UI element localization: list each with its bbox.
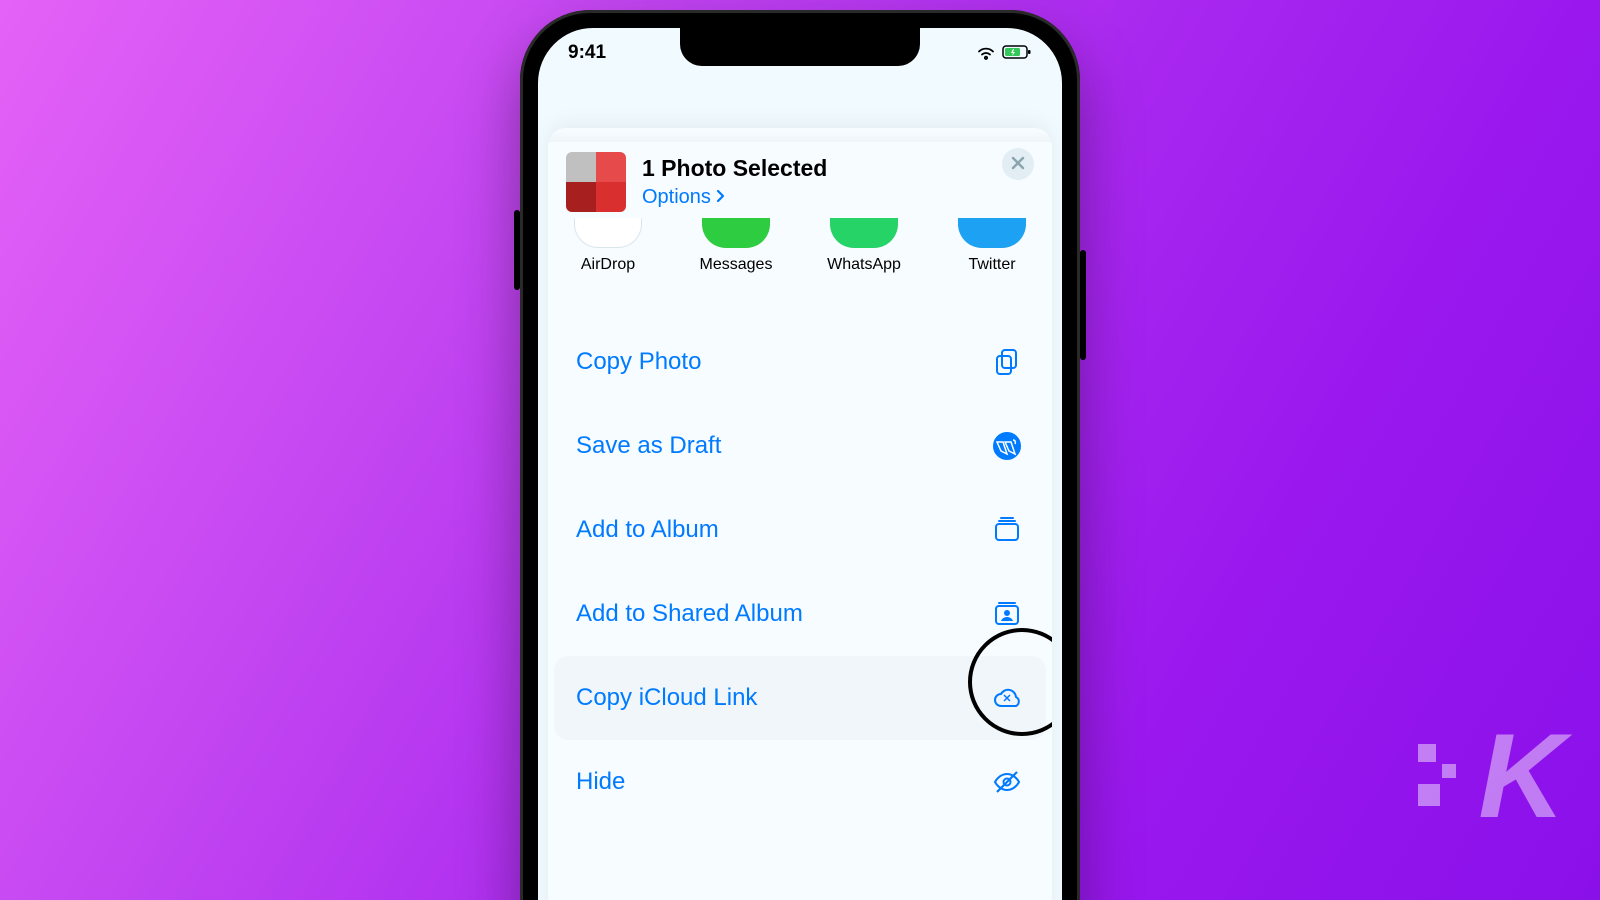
share-title: 1 Photo Selected: [642, 155, 1034, 182]
eye-slash-icon: [990, 765, 1024, 799]
messages-icon: [702, 218, 770, 248]
photo-thumbnail[interactable]: [566, 152, 626, 212]
phone-frame: 9:41 1 Photo Selected: [520, 10, 1080, 900]
copy-icon: [990, 345, 1024, 379]
status-time: 9:41: [568, 42, 606, 64]
share-app-twitter[interactable]: Twitter: [946, 218, 1038, 274]
action-label: Copy Photo: [576, 348, 701, 376]
phone-screen: 9:41 1 Photo Selected: [538, 28, 1062, 900]
close-button[interactable]: [1002, 148, 1034, 180]
share-app-airdrop[interactable]: AirDrop: [562, 218, 654, 274]
cloud-link-icon: [990, 681, 1024, 715]
sheet-grabber-area: [548, 128, 1052, 142]
action-label: Add to Album: [576, 516, 719, 544]
options-label: Options: [642, 186, 711, 209]
airdrop-icon: [574, 218, 642, 248]
action-label: Save as Draft: [576, 432, 721, 460]
watermark-letter: K: [1478, 707, 1560, 845]
share-app-messages[interactable]: Messages: [690, 218, 782, 274]
status-right: [976, 45, 1032, 61]
wifi-icon: [976, 45, 996, 61]
action-hide[interactable]: Hide: [548, 740, 1052, 824]
options-link[interactable]: Options: [642, 186, 1034, 209]
app-label: Twitter: [946, 256, 1038, 274]
share-actions: Copy Photo Save as Draft Add to Album: [548, 320, 1052, 824]
share-apps-row[interactable]: AirDrop Messages WhatsApp Twitter: [548, 214, 1052, 274]
action-copy-photo[interactable]: Copy Photo: [548, 320, 1052, 404]
shared-album-icon: [990, 597, 1024, 631]
app-label: WhatsApp: [818, 256, 910, 274]
share-sheet: 1 Photo Selected Options: [548, 128, 1052, 900]
twitter-icon: [958, 218, 1026, 248]
action-add-shared-album[interactable]: Add to Shared Album: [548, 572, 1052, 656]
action-save-draft[interactable]: Save as Draft: [548, 404, 1052, 488]
close-icon: [1011, 154, 1025, 175]
watermark-logo: K: [1418, 707, 1560, 845]
app-label: Messages: [690, 256, 782, 274]
action-copy-icloud-link[interactable]: Copy iCloud Link: [554, 656, 1046, 740]
action-label: Copy iCloud Link: [576, 684, 757, 712]
action-add-album[interactable]: Add to Album: [548, 488, 1052, 572]
album-icon: [990, 513, 1024, 547]
app-label: AirDrop: [562, 256, 654, 274]
phone-notch: [680, 28, 920, 66]
stage: 9:41 1 Photo Selected: [0, 0, 1600, 900]
share-app-whatsapp[interactable]: WhatsApp: [818, 218, 910, 274]
action-label: Add to Shared Album: [576, 600, 803, 628]
battery-icon: [1002, 45, 1032, 61]
chevron-right-icon: [715, 186, 727, 209]
action-label: Hide: [576, 768, 625, 796]
share-header: 1 Photo Selected Options: [548, 142, 1052, 212]
whatsapp-icon: [830, 218, 898, 248]
wordpress-icon: [990, 429, 1024, 463]
